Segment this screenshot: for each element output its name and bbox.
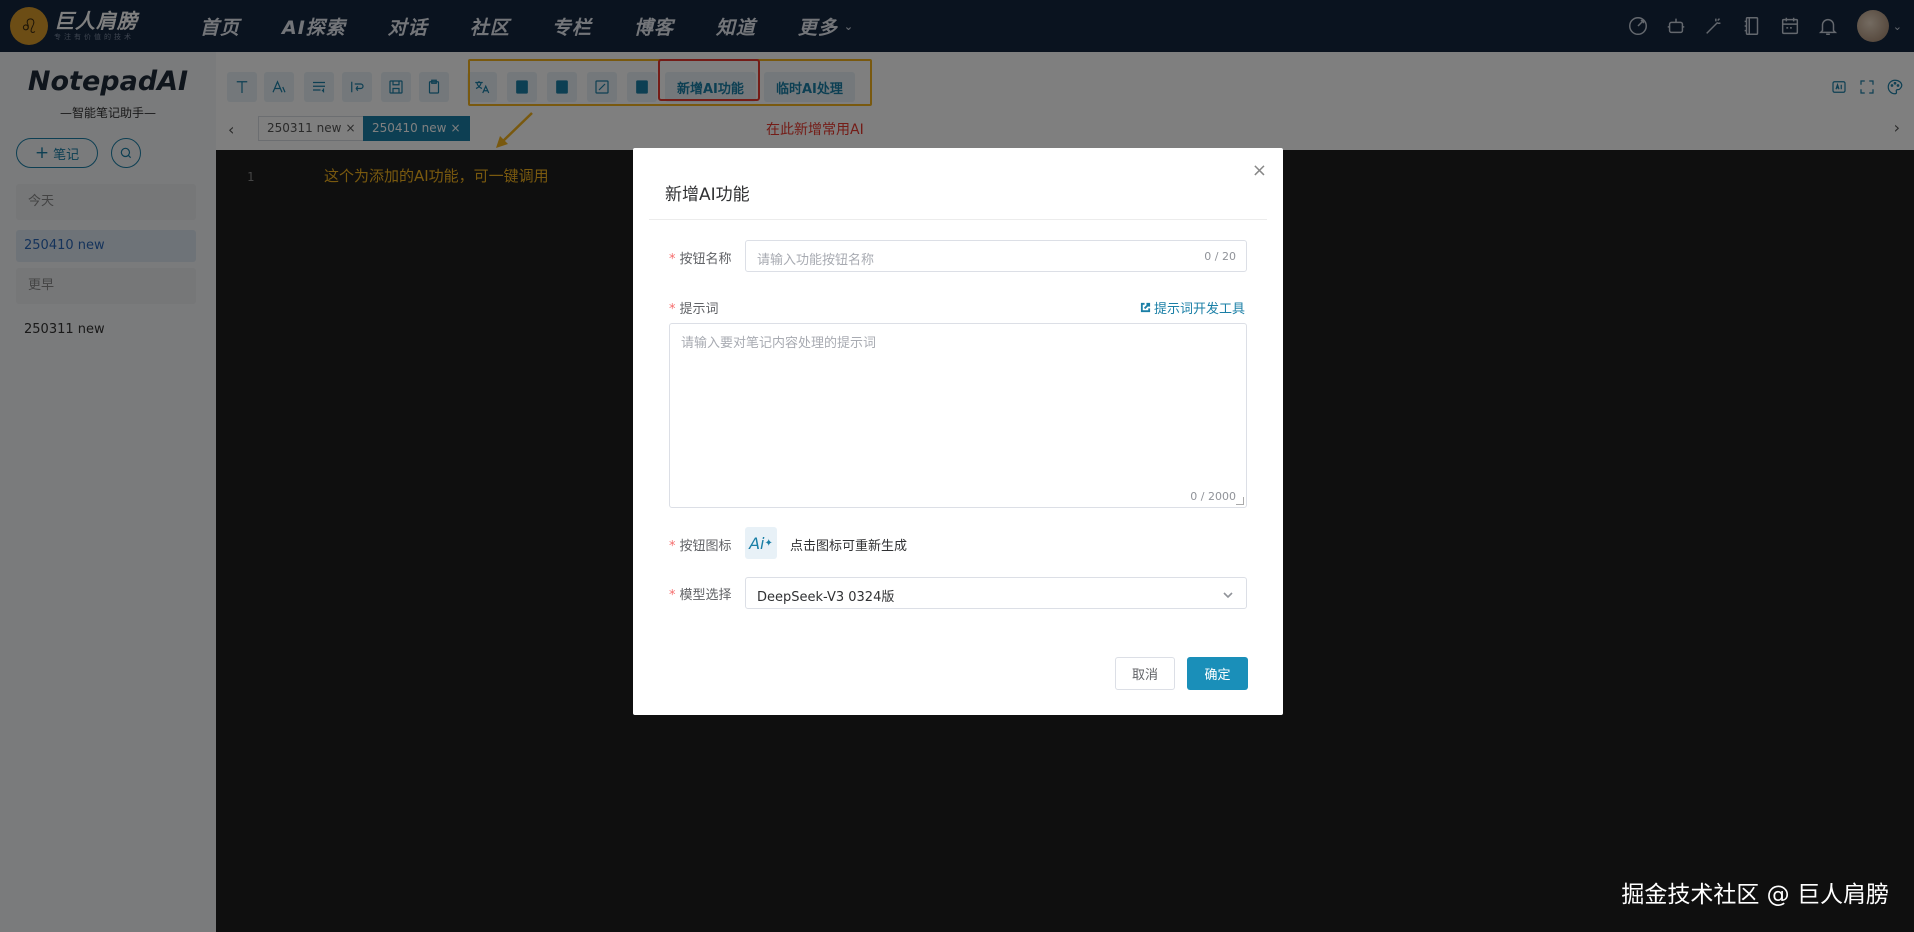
external-link-icon — [1140, 302, 1151, 313]
prompt-placeholder: 请输入要对笔记内容处理的提示词 — [681, 336, 877, 351]
regen-hint: 点击图标可重新生成 — [790, 539, 908, 554]
prompt-char-count: 0 / 2000 — [1190, 490, 1236, 503]
model-selected-value: DeepSeek-V3 0324版 — [757, 590, 895, 605]
ai-sparkle-icon[interactable]: Ai ✦ — [745, 527, 777, 559]
button-name-input[interactable]: 请输入功能按钮名称 0 / 20 — [745, 240, 1247, 272]
name-char-count: 0 / 20 — [1204, 250, 1236, 263]
name-label: * 按钮名称 — [669, 252, 732, 267]
cancel-button[interactable]: 取消 — [1115, 657, 1175, 690]
dialog-title: 新增AI功能 — [665, 185, 750, 205]
icon-label: * 按钮图标 — [669, 539, 732, 554]
close-icon[interactable]: × — [1252, 160, 1267, 181]
dialog-divider — [649, 219, 1267, 220]
resize-handle[interactable] — [1236, 497, 1244, 505]
prompt-label: * 提示词 — [669, 302, 719, 317]
prompt-textarea[interactable]: 请输入要对笔记内容处理的提示词 0 / 2000 — [669, 323, 1247, 508]
chevron-down-icon — [1222, 586, 1234, 599]
watermark: 掘金技术社区 @ 巨人肩膀 — [1621, 882, 1889, 908]
confirm-button[interactable]: 确定 — [1187, 657, 1248, 690]
name-placeholder: 请输入功能按钮名称 — [757, 253, 875, 268]
model-label: * 模型选择 — [669, 588, 732, 603]
add-ai-dialog: 新增AI功能 × * 按钮名称 请输入功能按钮名称 0 / 20 * 提示词 提示词… — [633, 148, 1283, 715]
model-select[interactable]: DeepSeek-V3 0324版 — [745, 577, 1247, 609]
prompt-dev-tool-link[interactable]: 提示词开发工具 — [1140, 298, 1245, 317]
